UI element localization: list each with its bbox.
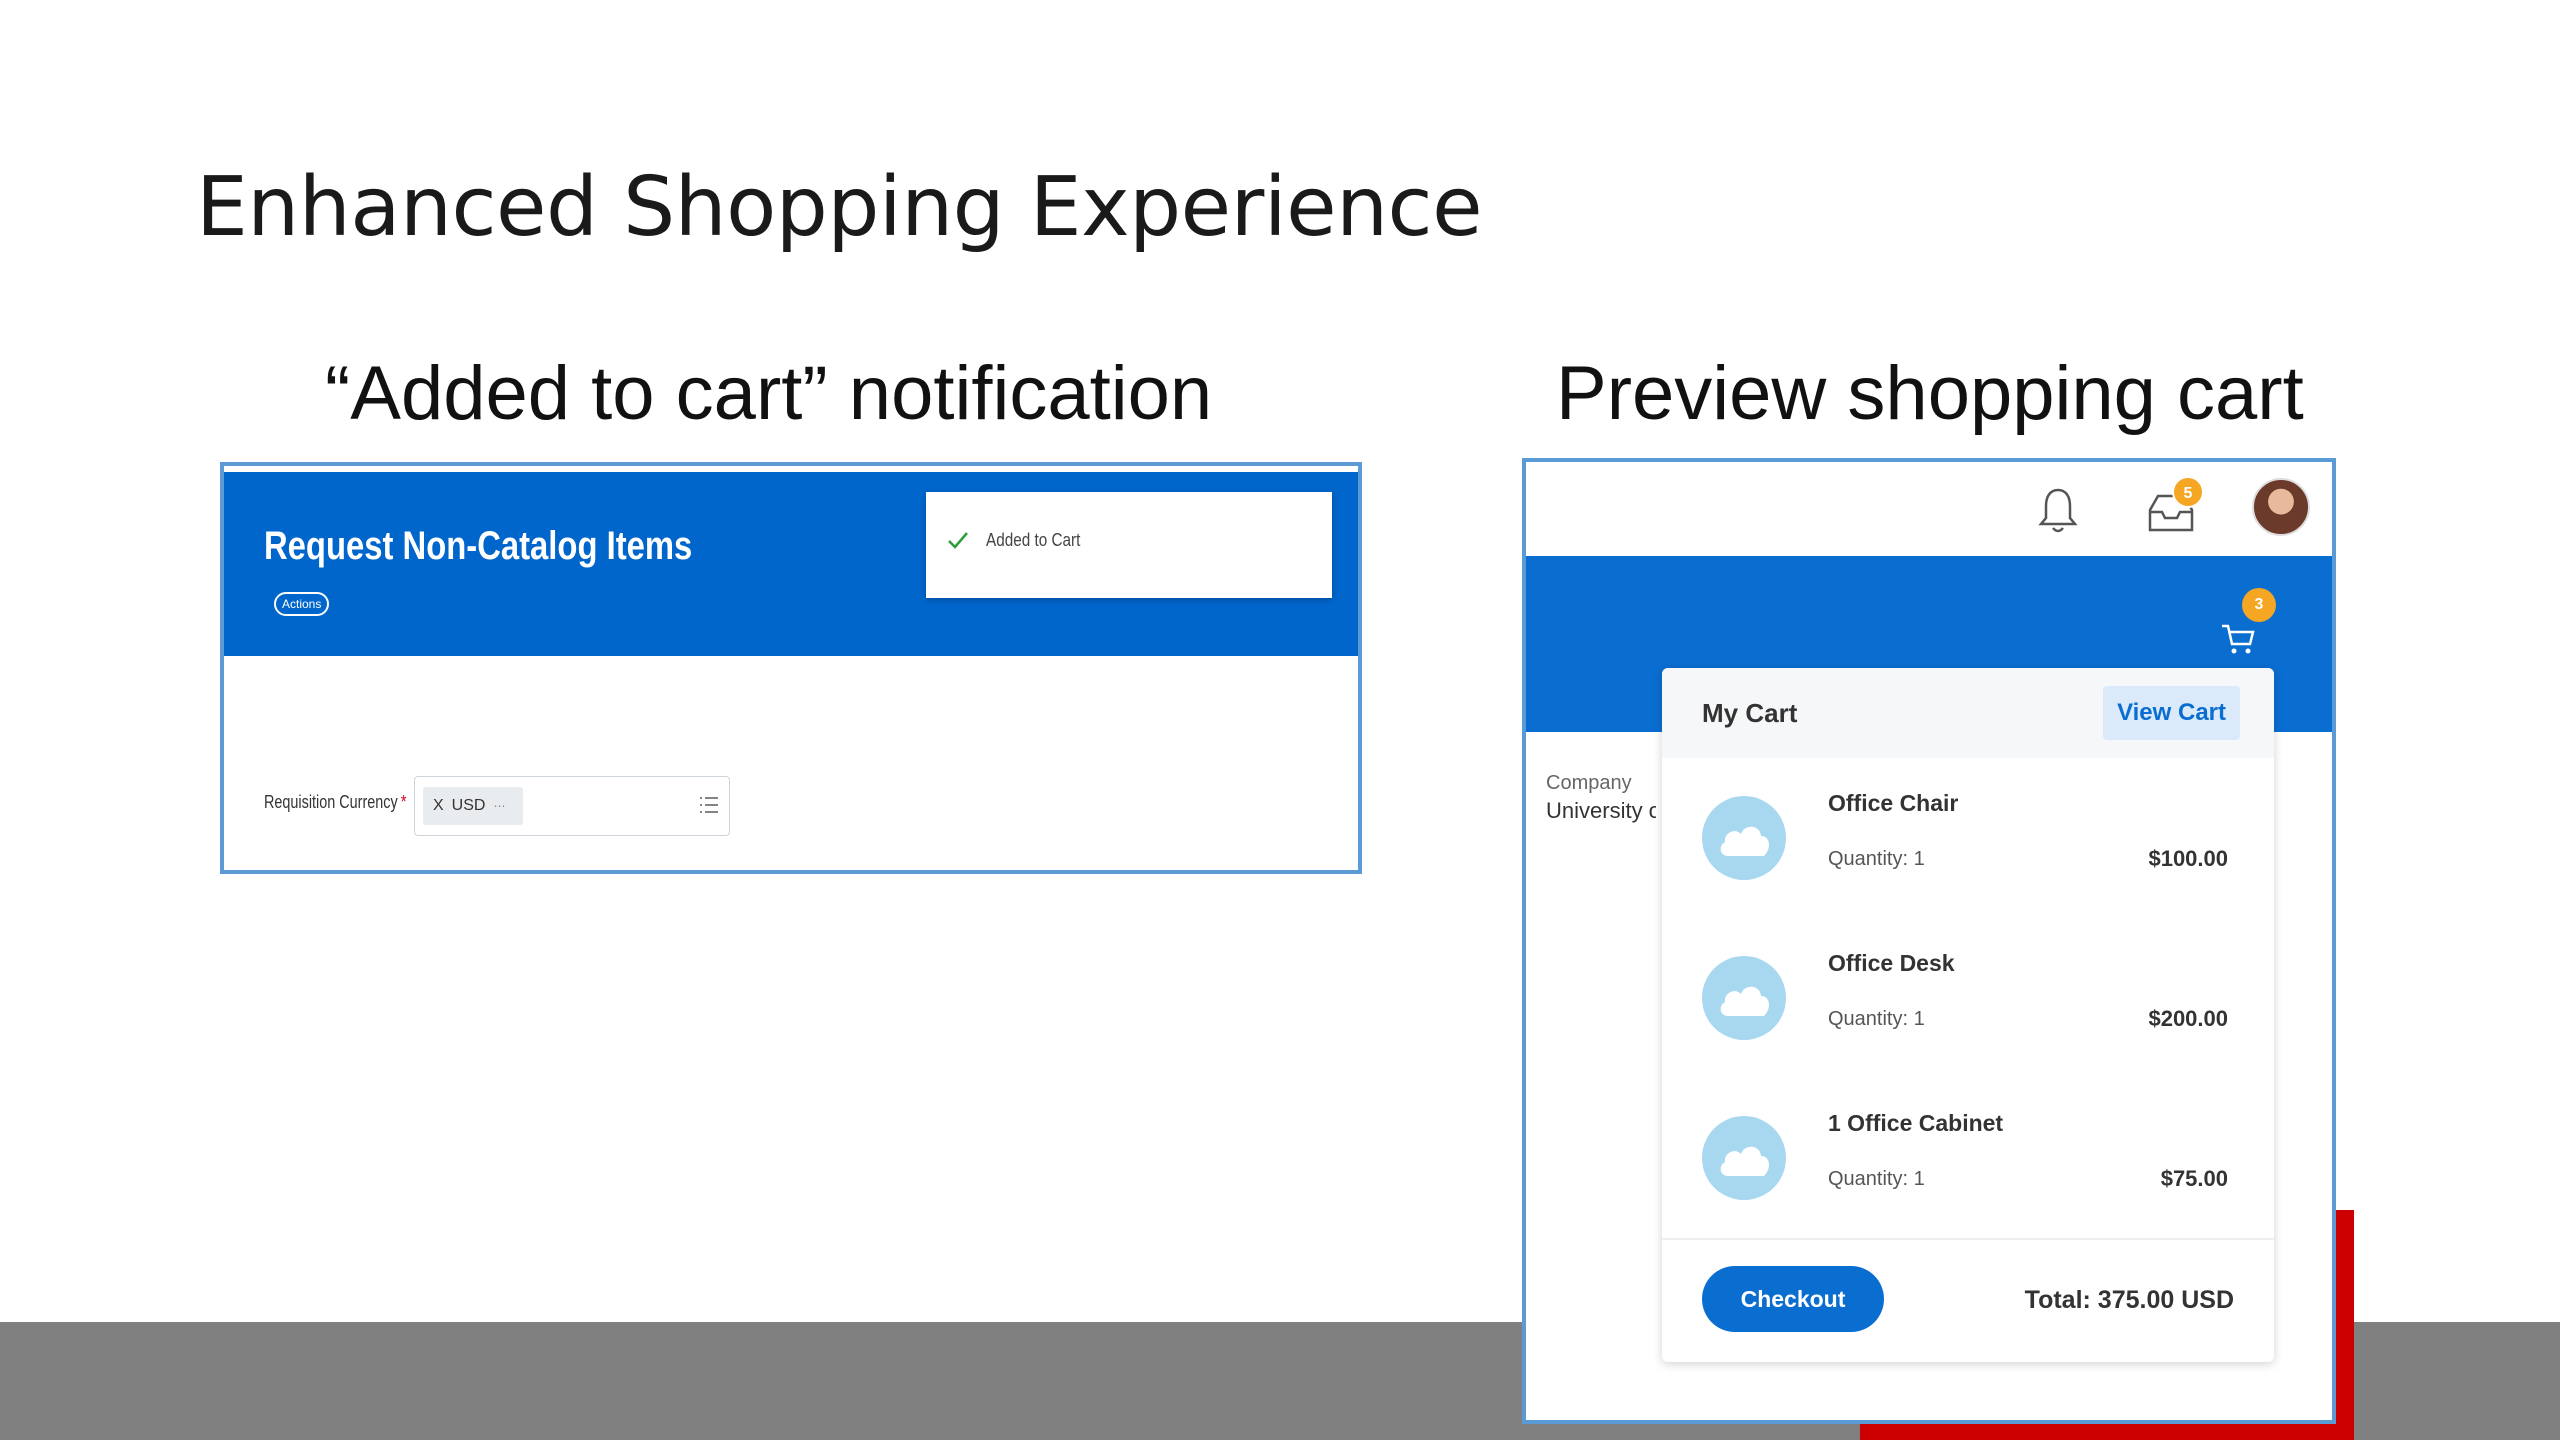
cart-item[interactable]: Office Desk Quantity: 1 $200.00: [1662, 918, 2274, 1078]
inbox-badge: 5: [2172, 476, 2204, 508]
avatar[interactable]: [2252, 478, 2310, 536]
cart-title: My Cart: [1702, 698, 1798, 728]
my-cart-popup: My Cart View Cart Office Chair Quantity:…: [1662, 668, 2274, 1362]
cloud-icon: [1720, 1146, 1770, 1176]
company-value: University of: [1546, 798, 1656, 823]
cart-item[interactable]: 1 Office Cabinet Quantity: 1 $75.00: [1662, 1078, 2274, 1238]
actions-button[interactable]: Actions: [274, 592, 330, 616]
item-price: $200.00: [2148, 1006, 2228, 1031]
added-to-cart-toast: Added to Cart: [926, 492, 1332, 598]
currency-chip: X USD ⋯: [423, 787, 523, 825]
cart-badge: 3: [2242, 588, 2276, 622]
cart-footer: Checkout Total: 375.00 USD: [1662, 1238, 2274, 1362]
requisition-currency-label: Requisition Currency *: [264, 792, 406, 813]
page-header: Request Non-Catalog Items Actions Added …: [224, 472, 1358, 656]
toast-text: Added to Cart: [986, 530, 1081, 550]
cart-total: Total: 375.00 USD: [2024, 1286, 2234, 1314]
requisition-currency-input[interactable]: X USD ⋯: [414, 776, 730, 836]
chip-remove-icon[interactable]: X: [433, 797, 444, 814]
check-icon: [948, 532, 968, 549]
cart-preview-screenshot: 5 3 Company University of My Cart View C…: [1522, 458, 2336, 1424]
bell-icon[interactable]: [2036, 484, 2080, 536]
item-thumbnail: [1702, 956, 1786, 1040]
required-marker: *: [400, 792, 407, 812]
checkout-button[interactable]: Checkout: [1702, 1266, 1884, 1332]
cart-item[interactable]: Office Chair Quantity: 1 $100.00: [1662, 758, 2274, 918]
item-quantity: Quantity: 1: [1828, 848, 1925, 870]
chip-more-icon: ⋯: [493, 799, 506, 813]
item-price: $100.00: [2148, 846, 2228, 871]
slide-title: Enhanced Shopping Experience: [196, 160, 1483, 255]
cloud-icon: [1720, 826, 1770, 856]
company-label: Company: [1546, 772, 1632, 794]
item-name: Office Chair: [1828, 790, 1959, 816]
item-quantity: Quantity: 1: [1828, 1168, 1925, 1190]
cart-icon[interactable]: [2220, 622, 2256, 656]
page-title: Request Non-Catalog Items: [264, 524, 693, 568]
view-cart-button[interactable]: View Cart: [2103, 686, 2240, 740]
chip-value: USD: [451, 797, 486, 814]
item-thumbnail: [1702, 1116, 1786, 1200]
cloud-icon: [1720, 986, 1770, 1016]
cart-header: My Cart View Cart: [1662, 668, 2274, 758]
field-label-text: Requisition Currency: [264, 792, 398, 812]
added-to-cart-screenshot: Request Non-Catalog Items Actions Added …: [220, 462, 1362, 874]
right-section-title: Preview shopping cart: [1556, 351, 2304, 436]
item-price: $75.00: [2160, 1166, 2228, 1191]
item-name: Office Desk: [1828, 950, 1955, 976]
list-icon[interactable]: [697, 793, 721, 817]
item-name: 1 Office Cabinet: [1828, 1110, 2004, 1136]
left-section-title: “Added to cart” notification: [325, 351, 1213, 436]
item-thumbnail: [1702, 796, 1786, 880]
item-quantity: Quantity: 1: [1828, 1008, 1925, 1030]
